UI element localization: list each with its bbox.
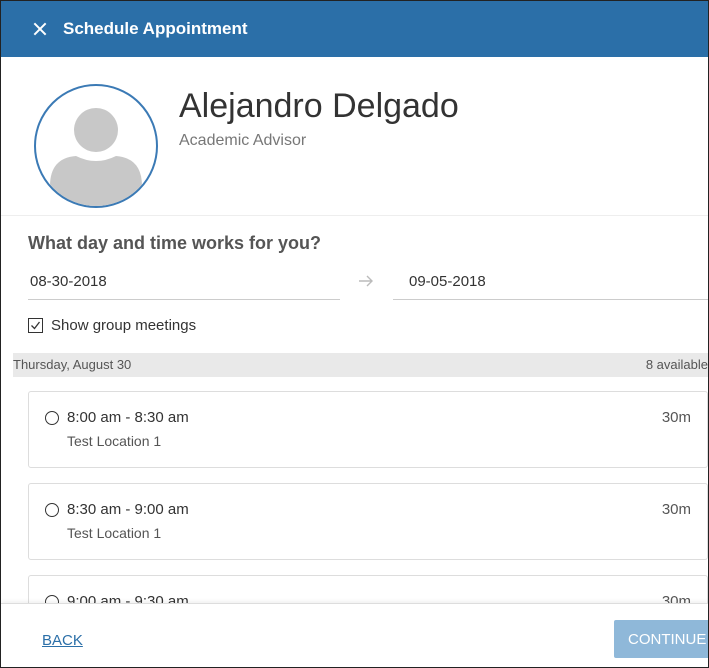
show-group-checkbox[interactable] bbox=[28, 318, 43, 333]
start-date-field[interactable]: 08-30-2018 bbox=[28, 263, 340, 300]
dialog-footer: BACK CONTINUE bbox=[1, 603, 708, 667]
checkmark-icon bbox=[31, 321, 41, 330]
end-date-value: 09-05-2018 bbox=[409, 273, 486, 290]
time-question: What day and time works for you? bbox=[28, 233, 322, 253]
schedule-dialog: Schedule Appointment Alejandro Delgado A… bbox=[0, 0, 709, 668]
dialog-header: Schedule Appointment bbox=[1, 1, 708, 57]
slot-duration: 30m bbox=[661, 501, 691, 518]
person-silhouette-icon bbox=[50, 108, 142, 206]
avatar bbox=[34, 84, 158, 208]
time-slot[interactable]: 8:00 am - 8:30 am Test Location 1 30m bbox=[28, 391, 708, 468]
slot-location: Test Location 1 bbox=[67, 525, 162, 541]
back-button[interactable]: BACK bbox=[42, 632, 83, 649]
slot-time: 8:30 am - 9:00 am bbox=[67, 501, 189, 518]
close-icon[interactable] bbox=[29, 18, 51, 40]
day-header: Thursday, August 30 8 available bbox=[13, 353, 708, 377]
day-label: Thursday, August 30 bbox=[13, 357, 132, 372]
slot-duration: 30m bbox=[661, 409, 691, 426]
advisor-role: Academic Advisor bbox=[179, 132, 307, 149]
end-date-field[interactable]: 09-05-2018 bbox=[393, 263, 708, 300]
show-group-meetings-toggle[interactable]: Show group meetings bbox=[28, 317, 196, 334]
slot-radio[interactable] bbox=[45, 411, 59, 425]
available-count: 8 available bbox=[645, 357, 708, 372]
slot-radio[interactable] bbox=[45, 503, 59, 517]
advisor-profile: Alejandro Delgado Academic Advisor bbox=[1, 57, 708, 216]
time-slot[interactable]: 8:30 am - 9:00 am Test Location 1 30m bbox=[28, 483, 708, 560]
show-group-label: Show group meetings bbox=[51, 317, 197, 334]
slot-location: Test Location 1 bbox=[67, 433, 162, 449]
slot-time: 8:00 am - 8:30 am bbox=[67, 409, 189, 426]
continue-button[interactable]: CONTINUE bbox=[614, 620, 708, 658]
start-date-value: 08-30-2018 bbox=[30, 273, 107, 290]
advisor-name: Alejandro Delgado bbox=[179, 87, 459, 125]
arrow-right-icon bbox=[359, 275, 373, 287]
dialog-title: Schedule Appointment bbox=[63, 19, 248, 38]
